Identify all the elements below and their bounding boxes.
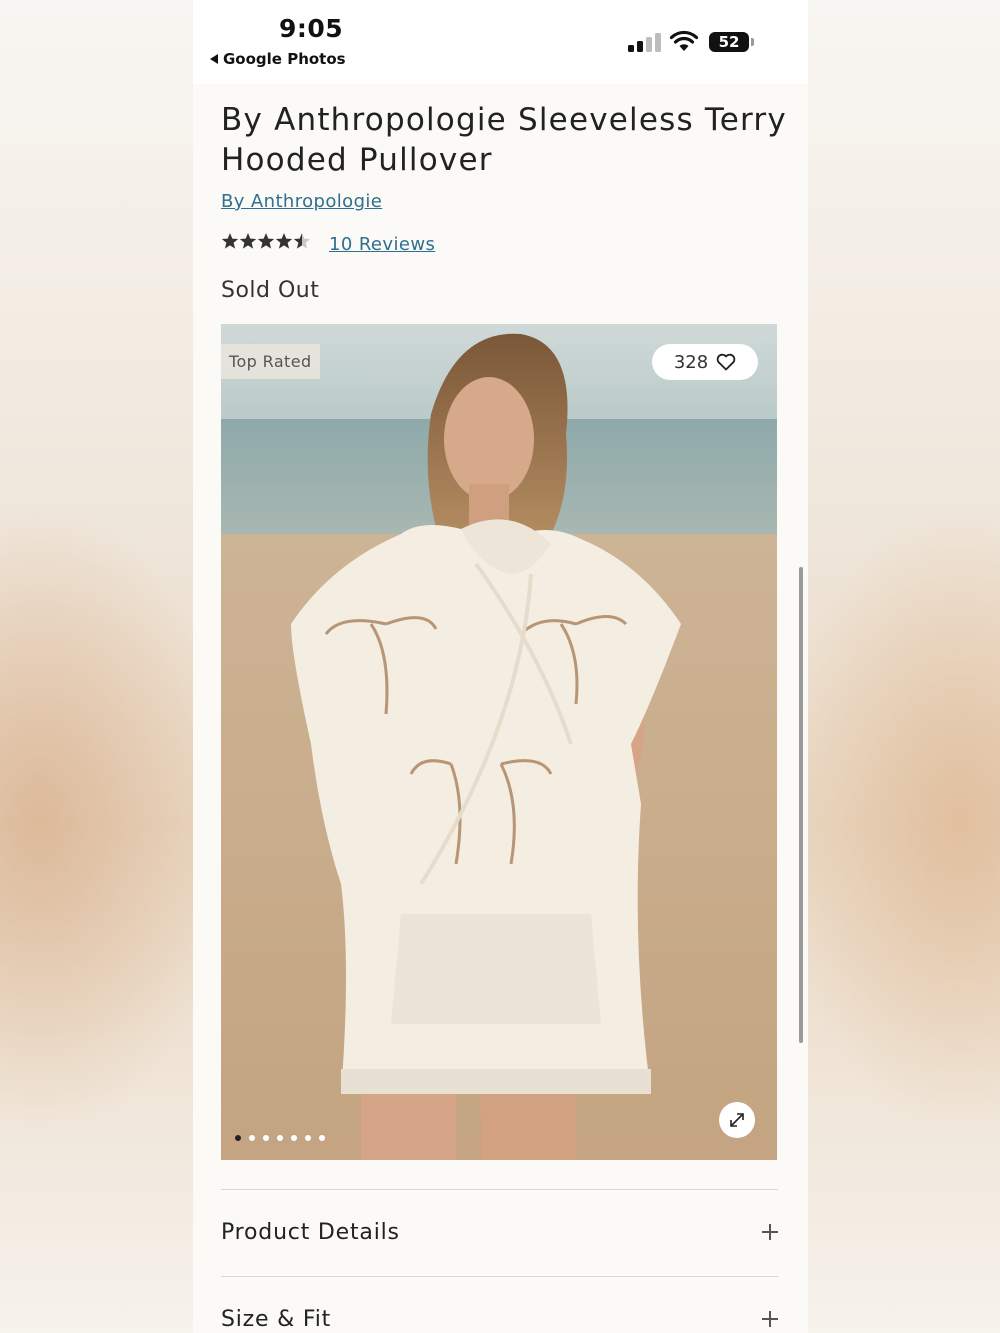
signal-icon [628, 32, 664, 52]
pagination-dot[interactable] [249, 1135, 255, 1141]
pagination-dot[interactable] [291, 1135, 297, 1141]
plus-icon [762, 1224, 778, 1240]
accordion-product-details[interactable]: Product Details [221, 1212, 778, 1252]
star-rating-svg [221, 233, 311, 249]
scrollbar[interactable] [799, 567, 803, 1043]
product-image-gallery[interactable]: Top Rated 328 [221, 324, 777, 1160]
rating-stars-icon[interactable] [221, 232, 313, 257]
product-title: By Anthropologie Sleeveless Terry Hooded… [221, 102, 787, 178]
reviews-link[interactable]: 10 Reviews [329, 234, 435, 255]
accordion-label: Product Details [221, 1219, 400, 1245]
plus-icon [762, 1311, 778, 1327]
expand-icon [730, 1113, 744, 1127]
favorite-count: 328 [673, 351, 709, 373]
availability-status: Sold Out [221, 278, 320, 303]
divider [221, 1189, 778, 1190]
brand-link[interactable]: By Anthropologie [221, 191, 382, 212]
pagination-dot[interactable] [235, 1135, 241, 1141]
expand-image-button[interactable] [719, 1102, 755, 1138]
top-rated-badge: Top Rated [221, 344, 320, 379]
back-arrow-icon [210, 54, 218, 64]
product-photo [221, 324, 777, 1160]
heart-icon [716, 353, 736, 371]
phone-screen: 9:05 Google Photos 52 By Anthropologie S… [193, 0, 808, 1333]
pagination-dot[interactable] [277, 1135, 283, 1141]
pagination-dot[interactable] [305, 1135, 311, 1141]
battery-level: 52 [718, 33, 740, 51]
gallery-pagination [235, 1135, 325, 1141]
wifi-icon [669, 30, 699, 51]
rating-row: 10 Reviews [221, 232, 435, 257]
divider [221, 1276, 778, 1277]
status-bar: 9:05 Google Photos 52 [193, 0, 808, 84]
favorite-button[interactable]: 328 [652, 344, 758, 380]
status-time: 9:05 [279, 14, 344, 43]
accordion-label: Size & Fit [221, 1306, 332, 1332]
pagination-dot[interactable] [263, 1135, 269, 1141]
accordion-size-fit[interactable]: Size & Fit [221, 1299, 778, 1333]
back-app-label: Google Photos [223, 50, 346, 68]
battery-icon: 52 [709, 32, 749, 52]
back-to-app-link[interactable]: Google Photos [210, 50, 346, 68]
pagination-dot[interactable] [319, 1135, 325, 1141]
battery-tip [751, 38, 754, 46]
